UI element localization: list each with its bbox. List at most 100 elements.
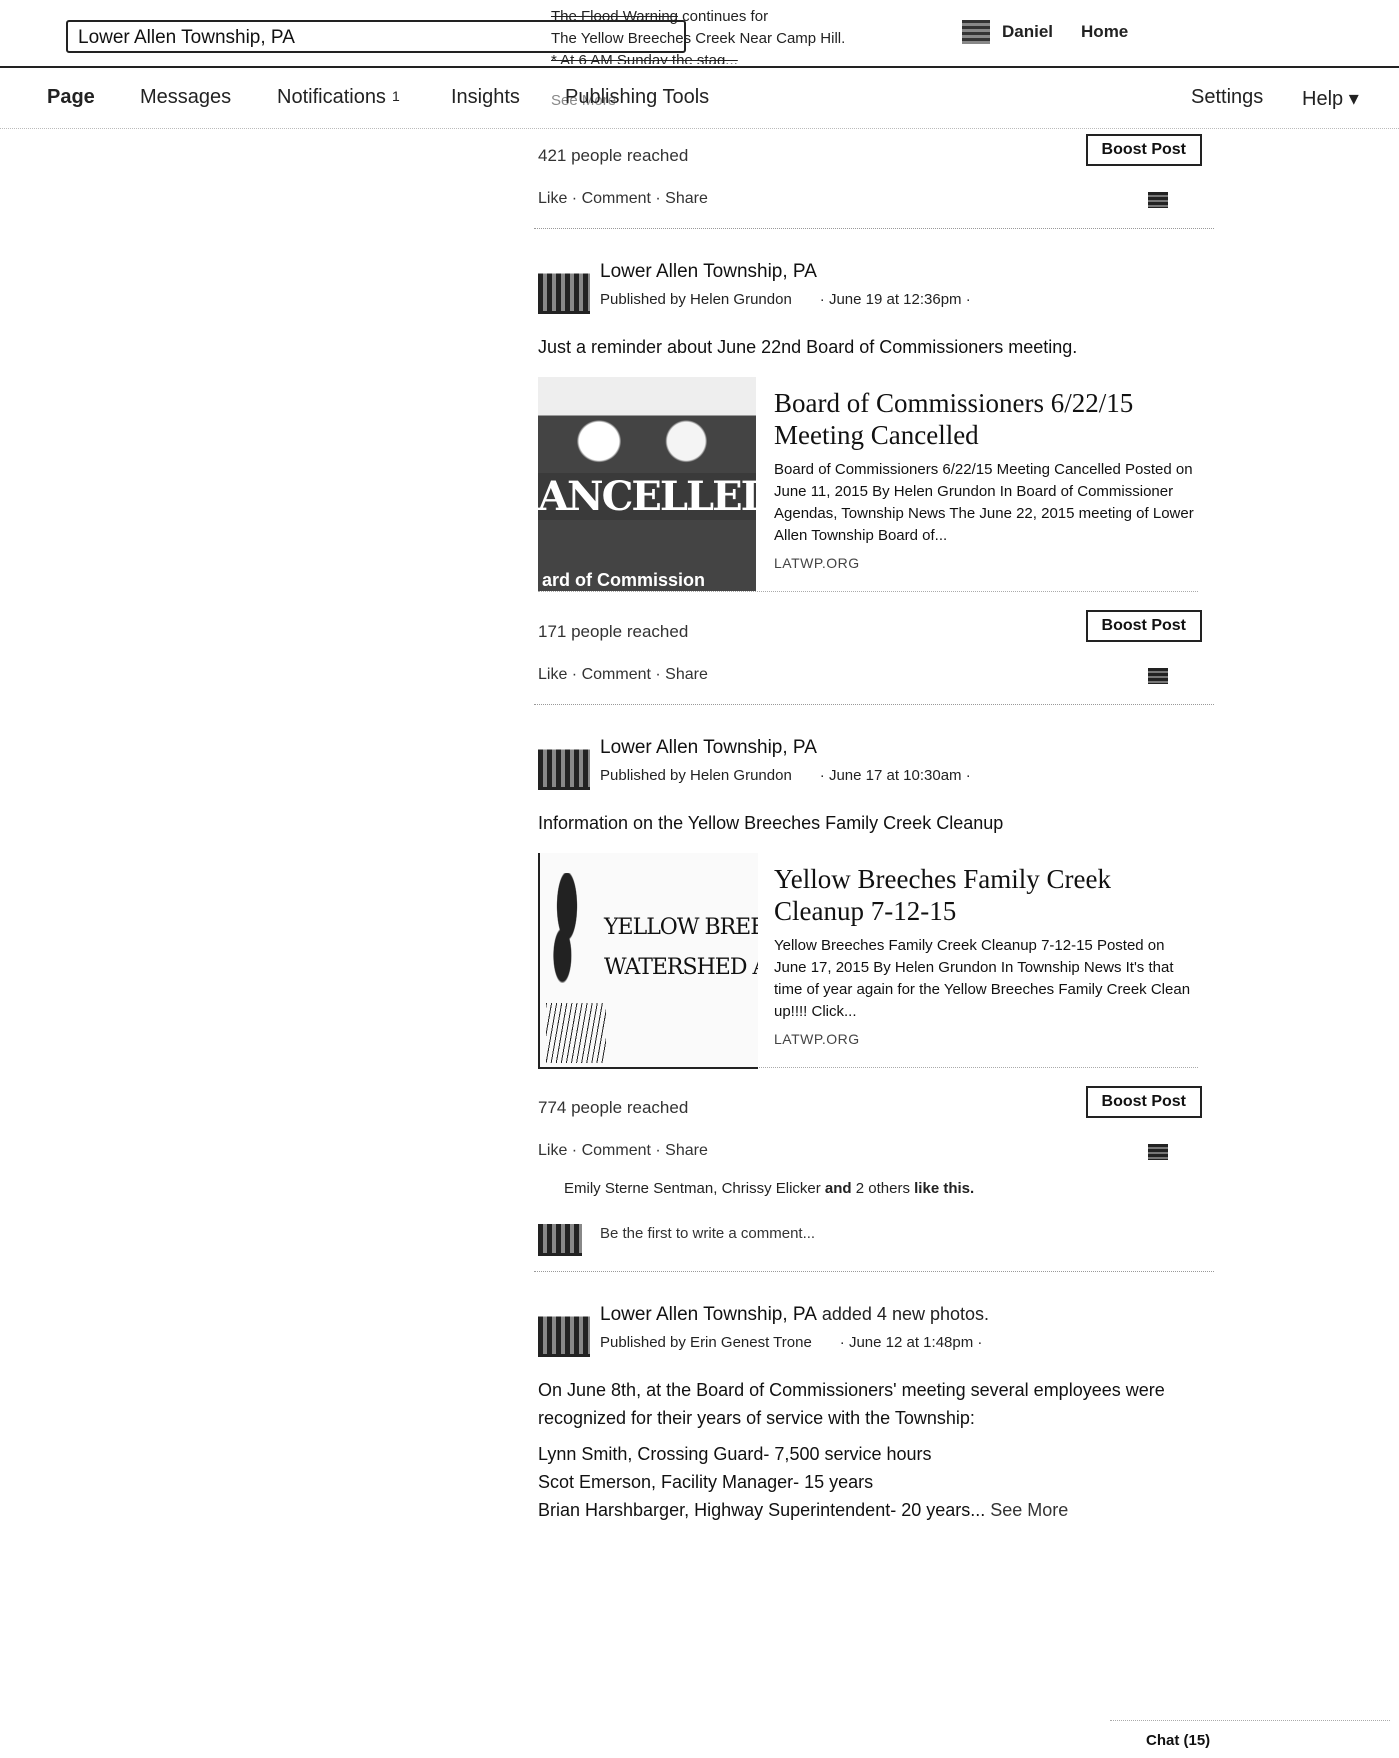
separator: · (567, 666, 582, 683)
flood-line1: continues for (678, 8, 769, 25)
likes-summary: Emily Sterne Sentman, Chrissy Elicker an… (564, 1180, 1214, 1197)
post-timestamp[interactable]: · June 19 at 12:36pm · (820, 291, 971, 308)
separator: · (567, 190, 582, 207)
link-preview-card[interactable]: YELLOW BREECHE WATERSHED ASSO Yellow Bre… (538, 853, 1198, 1069)
post-timestamp[interactable]: · June 17 at 10:30am · (820, 767, 971, 784)
service-recognition-list: Lynn Smith, Crossing Guard- 7,500 servic… (538, 1440, 1214, 1524)
comment-link[interactable]: Comment (582, 666, 651, 683)
link-thumbnail[interactable]: YELLOW BREECHE WATERSHED ASSO (538, 853, 758, 1069)
list-item: Scot Emerson, Facility Manager- 15 years (538, 1472, 874, 1492)
chat-button[interactable]: Chat (15) (1146, 1732, 1210, 1749)
post-author[interactable]: Lower Allen Township, PA (600, 737, 817, 759)
post: Lower Allen Township, PA Published by He… (534, 705, 1214, 1272)
user-avatar[interactable] (962, 20, 990, 44)
boost-post-button[interactable]: Boost Post (1085, 1086, 1202, 1118)
post-header: Lower Allen Township, PA Published by He… (534, 737, 1214, 793)
post: Lower Allen Township, PA added 4 new pho… (534, 1272, 1214, 1524)
link-description: Board of Commissioners 6/22/15 Meeting C… (774, 461, 1194, 544)
post-header: Lower Allen Township, PA added 4 new pho… (534, 1304, 1214, 1360)
heron-icon (544, 873, 590, 983)
user-area: Daniel Home (962, 20, 1128, 44)
likers-suffix: like this. (909, 1180, 975, 1197)
link-body: Board of Commissioners 6/22/15 Meeting C… (774, 387, 1194, 571)
share-link[interactable]: Share (665, 190, 708, 207)
link-description: Yellow Breeches Family Creek Cleanup 7-1… (774, 937, 1191, 1020)
thumbnail-text-line1: YELLOW BREECHE (604, 915, 758, 940)
post-text: Just a reminder about June 22nd Board of… (538, 337, 1078, 357)
link-title[interactable]: Yellow Breeches Family Creek Cleanup 7-1… (774, 863, 1194, 927)
page-nav: Page Messages Notifications 1 Insights Se… (0, 66, 1399, 129)
post-meta: Published by Helen Grundon · June 19 at 1… (600, 291, 971, 308)
notifications-count-badge: 1 (391, 88, 400, 104)
page-share-icon[interactable] (1148, 192, 1168, 208)
help-menu[interactable]: Help ▾ (1302, 86, 1359, 111)
post-actions: Like · Comment · Share (534, 1130, 1214, 1172)
flood-title: The Flood Warning (551, 8, 679, 25)
grass-icon (546, 1003, 606, 1063)
likers-names[interactable]: Emily Sterne Sentman, Chrissy Elicker (564, 1180, 821, 1197)
post-reach-row: 421 people reached Boost Post (534, 128, 1214, 178)
post-author[interactable]: Lower Allen Township, PA (600, 1304, 817, 1325)
post-reach-row: 171 people reached Boost Post (534, 604, 1214, 654)
published-by[interactable]: Published by Helen Grundon (600, 767, 792, 784)
post-meta: Published by Erin Genest Trone · June 12 … (600, 1334, 982, 1351)
link-preview-card[interactable]: ANCELLED ard of Commission Board of Comm… (538, 377, 1198, 592)
comment-composer: Be the first to write a comment... (534, 1205, 1214, 1263)
boost-post-button[interactable]: Boost Post (1085, 134, 1202, 166)
published-by[interactable]: Published by Erin Genest Trone (600, 1334, 812, 1351)
home-link[interactable]: Home (1081, 22, 1128, 42)
boost-post-button[interactable]: Boost Post (1085, 610, 1202, 642)
user-name-link[interactable]: Daniel (1002, 22, 1053, 42)
people-reached: 774 people reached (538, 1098, 689, 1117)
see-more-link[interactable]: See More (985, 1500, 1068, 1520)
thumbnail-banner-text: ANCELLED (538, 473, 756, 520)
like-link[interactable]: Like (538, 190, 567, 207)
people-reached: 171 people reached (538, 622, 689, 641)
like-link[interactable]: Like (538, 1142, 567, 1159)
tab-notifications[interactable]: Notifications 1 (277, 86, 400, 109)
comment-link[interactable]: Comment (582, 1142, 651, 1159)
tab-publishing-tools[interactable]: Publishing Tools (565, 86, 709, 109)
post-timestamp[interactable]: · June 12 at 1:48pm · (840, 1334, 983, 1351)
page-share-icon[interactable] (1148, 668, 1168, 684)
share-link[interactable]: Share (665, 666, 708, 683)
tab-messages[interactable]: Messages (140, 86, 231, 109)
share-link[interactable]: Share (665, 1142, 708, 1159)
like-link[interactable]: Like (538, 666, 567, 683)
post-author[interactable]: Lower Allen Township, PA (600, 261, 817, 283)
likers-and: and (820, 1180, 856, 1197)
comment-input[interactable]: Be the first to write a comment... (600, 1225, 815, 1242)
tab-page[interactable]: Page (47, 86, 95, 109)
post-actions: Like · Comment · Share (534, 178, 1214, 220)
link-thumbnail[interactable]: ANCELLED ard of Commission (538, 377, 756, 591)
page-avatar[interactable] (538, 739, 590, 790)
separator: · (650, 666, 666, 683)
post-actions: Like · Comment · Share (534, 654, 1214, 696)
post: Lower Allen Township, PA Published by He… (534, 229, 1214, 705)
list-item: Brian Harshbarger, Highway Superintenden… (538, 1496, 1214, 1524)
post-meta: Published by Helen Grundon · June 17 at 1… (600, 767, 971, 784)
thumbnail-text-line2: WATERSHED ASSO (604, 955, 758, 980)
post-text: On June 8th, at the Board of Commissione… (538, 1380, 1165, 1428)
post-reach-row: 774 people reached Boost Post (534, 1080, 1214, 1130)
added-photos-text: added 4 new photos. (816, 1304, 990, 1324)
people-reached: 421 people reached (538, 146, 689, 165)
thumbnail-caption-text: ard of Commission (542, 570, 706, 590)
separator: · (650, 1142, 666, 1159)
post-author-line: Lower Allen Township, PA added 4 new pho… (600, 1304, 989, 1326)
separator: · (650, 190, 666, 207)
tab-insights[interactable]: Insights (451, 86, 520, 109)
published-by[interactable]: Published by Helen Grundon (600, 291, 792, 308)
comment-link[interactable]: Comment (582, 190, 651, 207)
commenter-avatar (538, 1215, 582, 1256)
separator: · (567, 1142, 582, 1159)
link-body: Yellow Breeches Family Creek Cleanup 7-1… (774, 863, 1194, 1047)
flood-line3: * At 6 AM Sunday the stag... (551, 52, 738, 64)
flood-warning-notice[interactable]: The Flood Warning continues for The Yell… (551, 6, 931, 64)
page-avatar[interactable] (538, 1306, 590, 1357)
page-share-icon[interactable] (1148, 1144, 1168, 1160)
likers-others-link[interactable]: 2 others (856, 1180, 910, 1197)
link-title[interactable]: Board of Commissioners 6/22/15 Meeting C… (774, 387, 1194, 451)
tab-settings[interactable]: Settings (1191, 86, 1263, 109)
page-avatar[interactable] (538, 263, 590, 314)
